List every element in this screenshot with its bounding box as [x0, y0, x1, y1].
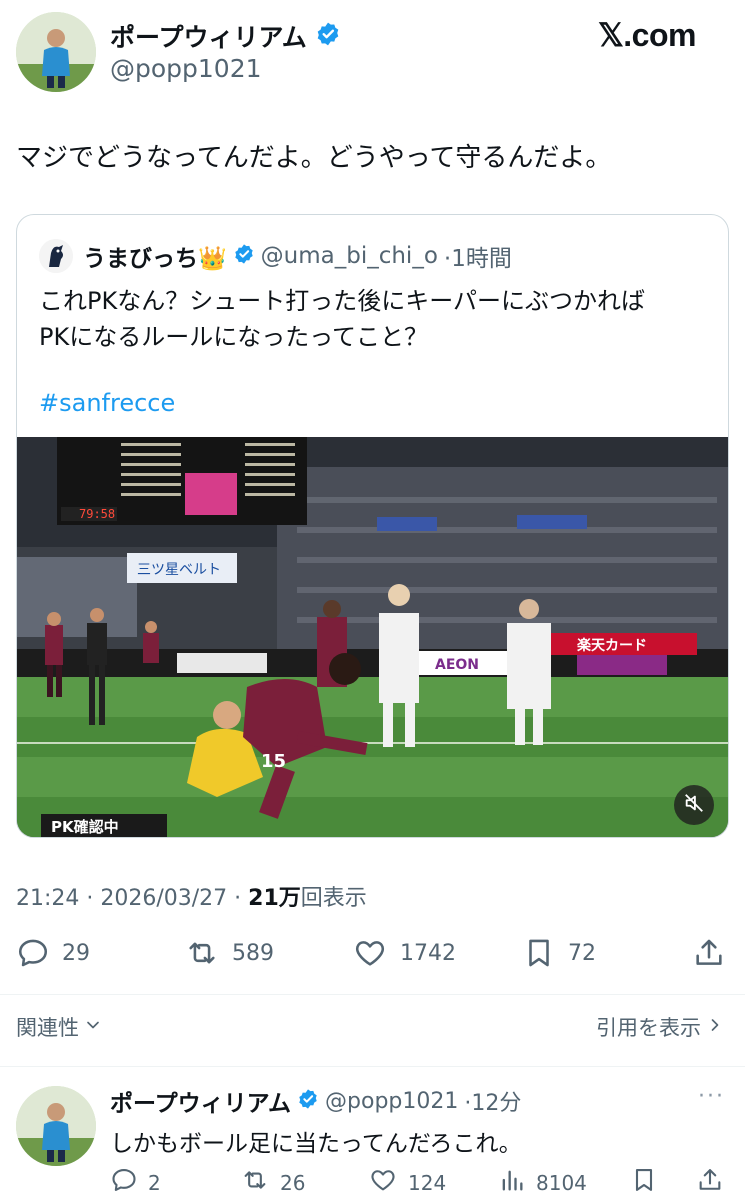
reply-author-avatar[interactable]	[16, 1086, 96, 1166]
repost-button[interactable]: 589	[184, 936, 274, 970]
related-sort-dropdown[interactable]: 関連性	[16, 1012, 103, 1042]
hashtag-link[interactable]: #sanfrecce	[39, 389, 175, 417]
tweet-time: 21:24 · 2026/03/27 ·	[16, 886, 249, 911]
share-button[interactable]	[692, 936, 726, 970]
reply-text: しかもボール足に当たってんだろこれ。	[110, 1131, 522, 1157]
verified-badge-icon	[297, 1088, 319, 1114]
video-overlay-label: PK確認中	[41, 814, 167, 837]
verified-badge-icon	[315, 21, 341, 51]
quoted-author-handle[interactable]: @uma_bi_chi_o	[261, 243, 438, 269]
reply-like-button[interactable]: 124	[368, 1166, 446, 1199]
view-quotes-link[interactable]: 引用を表示	[596, 1012, 725, 1042]
author-handle[interactable]: @popp1021	[110, 54, 262, 83]
quoted-tweet-text-line1: これPKなん？シュート打った後にキーパーにぶつかれば	[39, 287, 645, 315]
bookmark-button[interactable]: 72	[522, 936, 596, 970]
tweet-text: マジでどうなってんだよ。どうやって守るんだよ。	[16, 143, 612, 173]
quoted-author-avatar[interactable]	[39, 239, 73, 273]
reply-reply-count: 2	[148, 1170, 161, 1195]
quoted-author-name[interactable]: うまびっち👑	[83, 239, 227, 273]
reply-like-count: 124	[408, 1170, 447, 1195]
repost-count: 589	[232, 940, 274, 966]
ad-banner-mitsuboshi: 三ツ星ベルト	[137, 562, 221, 578]
match-scene-illustration: 79:58 三ツ星ベルト AEON 楽天カード 15	[17, 437, 728, 837]
chevron-right-icon	[705, 1015, 725, 1040]
like-count: 1742	[400, 940, 456, 966]
like-button[interactable]: 1742	[352, 936, 456, 970]
share-icon	[692, 936, 726, 970]
player-number: 15	[261, 751, 286, 772]
author-name[interactable]: ポープウィリアム	[110, 18, 307, 54]
bookmark-count: 72	[568, 940, 596, 966]
quoted-tweet-video[interactable]: 79:58 三ツ星ベルト AEON 楽天カード 15 PK確認中	[17, 437, 728, 837]
reply-repost-button[interactable]: 26	[240, 1166, 305, 1199]
verified-badge-icon	[233, 243, 255, 269]
reply-repost-count: 26	[280, 1170, 306, 1195]
repost-icon	[240, 1166, 270, 1199]
ad-board-aeon: AEON	[435, 657, 479, 673]
view-count: 21万	[248, 886, 301, 911]
reply-time: ·12分	[464, 1091, 522, 1116]
quoted-tweet-time: ·1時間	[443, 246, 512, 272]
reply-author-name[interactable]: ポープウィリアム	[110, 1084, 291, 1118]
mute-icon	[683, 792, 705, 818]
site-logo: 𝕏.com	[598, 17, 696, 53]
like-icon	[368, 1166, 398, 1199]
reply-share-button[interactable]	[696, 1166, 724, 1199]
related-label: 関連性	[16, 1016, 79, 1040]
bookmark-icon	[630, 1166, 658, 1199]
reply-icon	[16, 936, 50, 970]
share-icon	[696, 1166, 724, 1199]
like-icon	[352, 936, 388, 970]
reply-reply-button[interactable]: 2	[110, 1166, 161, 1199]
reply-button[interactable]: 29	[16, 936, 90, 970]
view-label: 回表示	[300, 886, 367, 911]
tweet-meta: 21:24 · 2026/03/27 · 21万回表示	[16, 880, 367, 912]
reply-views-count: 8104	[536, 1170, 587, 1195]
author-avatar[interactable]	[16, 12, 96, 92]
view-quotes-label: 引用を表示	[596, 1016, 701, 1040]
mute-button[interactable]	[674, 785, 714, 825]
divider	[0, 994, 745, 995]
reply-author-handle[interactable]: @popp1021	[325, 1089, 458, 1114]
quoted-tweet-card[interactable]: うまびっち👑 @uma_bi_chi_o ·1時間 これPKなん？シュート打った…	[16, 214, 729, 838]
chevron-down-icon	[83, 1015, 103, 1040]
scoreboard-clock: 79:58	[79, 507, 115, 521]
ad-board-rakuten: 楽天カード	[576, 637, 647, 654]
more-icon[interactable]: ···	[698, 1084, 725, 1109]
views-icon	[498, 1166, 526, 1199]
reply-count: 29	[62, 940, 90, 966]
reply-views-button[interactable]: 8104	[498, 1166, 587, 1199]
reply-bookmark-button[interactable]	[630, 1166, 658, 1199]
reply-icon	[110, 1166, 138, 1199]
divider	[0, 1066, 745, 1067]
bookmark-icon	[522, 936, 556, 970]
repost-icon	[184, 936, 220, 970]
quoted-tweet-text-line2: PKになるルールになったってこと？	[39, 323, 429, 351]
